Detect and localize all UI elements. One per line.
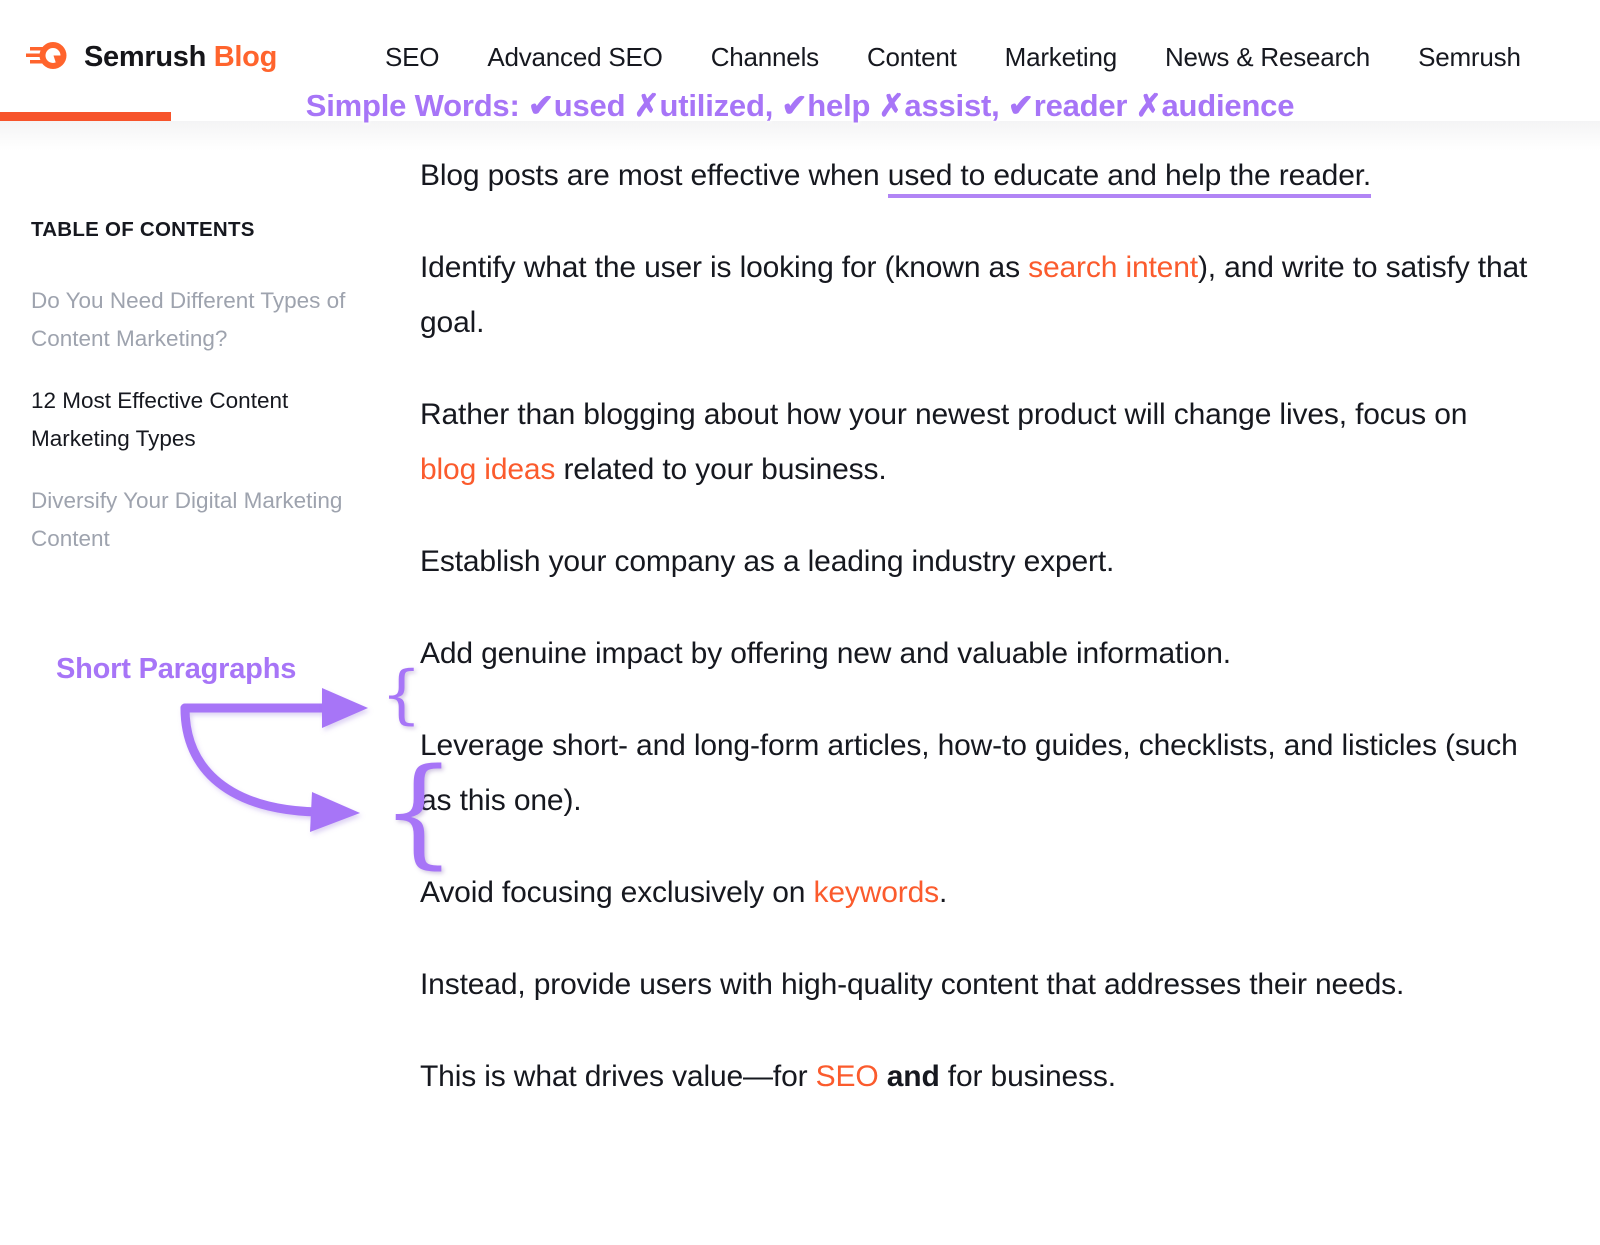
nav-item-seo[interactable]: SEO (361, 42, 463, 73)
nav-item-channels[interactable]: Channels (687, 42, 843, 73)
inline-link[interactable]: search intent (1028, 251, 1198, 284)
paragraph-text (879, 1060, 887, 1093)
nav-item-advanced-seo[interactable]: Advanced SEO (463, 42, 686, 73)
paragraph-text: Leverage short- and long-form articles, … (420, 729, 1518, 817)
paragraph-5: Add genuine impact by offering new and v… (420, 626, 1530, 681)
toc-item-3[interactable]: Diversify Your Digital Marketing Content (31, 482, 381, 558)
paragraph-text: . (939, 876, 948, 909)
annotation-brace-upper: { (381, 658, 422, 732)
toc-title: TABLE OF CONTENTS (31, 218, 255, 241)
paragraph-1: Blog posts are most effective when used … (420, 148, 1530, 203)
annotation-short-paragraphs-label: Short Paragraphs (56, 653, 297, 685)
annotated-underlined-text: used to educate and help the reader. (887, 159, 1371, 198)
paragraph-2: Identify what the user is looking for (k… (420, 240, 1530, 350)
inline-link[interactable]: keywords (814, 876, 940, 909)
nav-item-marketing[interactable]: Marketing (981, 42, 1141, 73)
table-of-contents: TABLE OF CONTENTS Do You Need Different … (31, 218, 381, 582)
brand-text: Semrush Blog (84, 41, 277, 74)
brand-logo[interactable]: Semrush Blog (24, 40, 277, 74)
bold-text: and (886, 1060, 940, 1093)
paragraph-text: related to your business. (555, 453, 887, 486)
main-navigation: SEO Advanced SEO Channels Content Market… (361, 42, 1545, 73)
toc-item-2[interactable]: 12 Most Effective Content Marketing Type… (31, 382, 381, 458)
paragraph-9: This is what drives value—for SEO and fo… (420, 1049, 1530, 1104)
inline-link[interactable]: SEO (816, 1060, 879, 1093)
paragraph-text: Establish your company as a leading indu… (420, 545, 1115, 578)
header-shadow-band (0, 121, 1600, 151)
annotation-simple-words: Simple Words: ✔used ✗utilized, ✔help ✗as… (305, 88, 1295, 123)
paragraph-6: Leverage short- and long-form articles, … (420, 718, 1530, 828)
paragraph-text: Rather than blogging about how your newe… (420, 398, 1468, 431)
brand-suffix: Blog (213, 40, 278, 73)
toc-item-1[interactable]: Do You Need Different Types of Content M… (31, 282, 381, 358)
paragraph-text: for business. (939, 1060, 1116, 1093)
paragraph-8: Instead, provide users with high-quality… (420, 957, 1530, 1012)
paragraph-7: Avoid focusing exclusively on keywords. (420, 865, 1530, 920)
paragraph-text: Avoid focusing exclusively on (420, 876, 814, 909)
paragraph-text: Blog posts are most effective when (420, 159, 888, 192)
annotation-brace-lower: { (381, 742, 457, 880)
semrush-comet-logo-icon (26, 42, 67, 69)
paragraph-text: Identify what the user is looking for (k… (420, 251, 1029, 284)
nav-item-content[interactable]: Content (843, 42, 981, 73)
nav-item-semrush[interactable]: Semrush (1394, 42, 1545, 73)
article-body: Blog posts are most effective when used … (420, 148, 1530, 1104)
paragraph-text: This is what drives value—for (420, 1060, 816, 1093)
paragraph-text: Add genuine impact by offering new and v… (420, 637, 1231, 670)
inline-link[interactable]: blog ideas (420, 453, 555, 486)
paragraph-4: Establish your company as a leading indu… (420, 534, 1530, 589)
brand-name: Semrush (84, 40, 206, 73)
paragraph-text: Instead, provide users with high-quality… (420, 968, 1405, 1001)
paragraph-3: Rather than blogging about how your newe… (420, 387, 1530, 497)
nav-item-news-research[interactable]: News & Research (1141, 42, 1394, 73)
